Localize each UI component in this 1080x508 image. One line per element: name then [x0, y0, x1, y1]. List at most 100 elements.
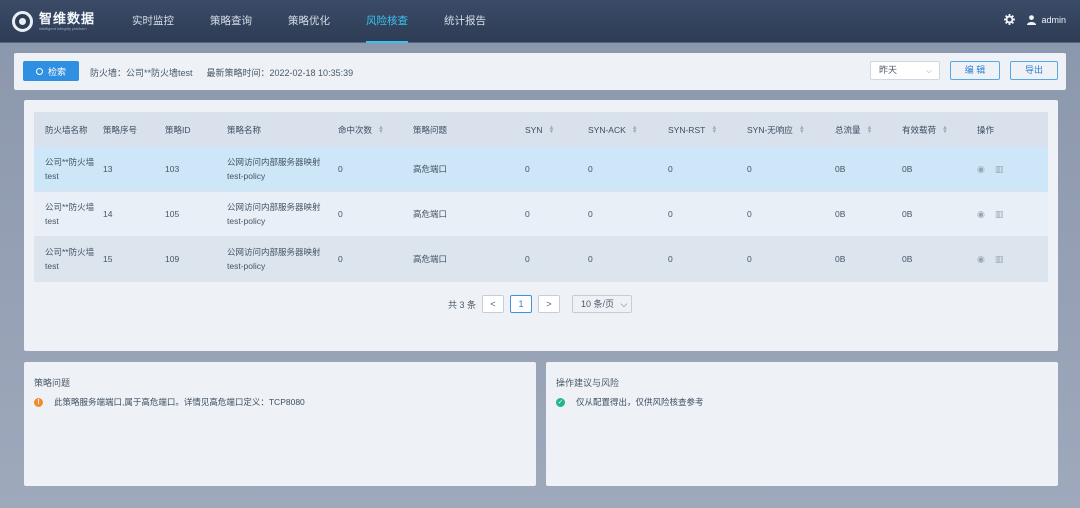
cell-policy-id: 105 [165, 209, 180, 219]
view-eye-icon[interactable]: ◉ [977, 252, 985, 266]
view-eye-icon[interactable]: ◉ [977, 162, 985, 176]
col-total-traffic[interactable]: 总流量 ▲ ▼ [835, 123, 902, 137]
policy-issue-line: ! 此策略服务端端口,属于高危端口。详情见高危端口定义：TCP8080 [34, 396, 305, 408]
main-nav: 实时监控 策略查询 策略优化 风险核查 统计报告 [132, 0, 522, 43]
edit-button[interactable]: 编 辑 [950, 61, 1000, 80]
policy-issue-panel: 策略问题 ! 此策略服务端端口,属于高危端口。详情见高危端口定义：TCP8080 [24, 362, 536, 486]
cell-policy-issue: 高危端口 [413, 209, 448, 219]
logo-icon [12, 10, 33, 32]
gear-icon[interactable] [1004, 14, 1016, 25]
search-icon [35, 67, 43, 75]
nav-item-policy-query[interactable]: 策略查询 [210, 0, 252, 43]
nav-item-statistics-report[interactable]: 统计报告 [444, 0, 486, 43]
cell-syn-no-response: 0 [747, 164, 752, 174]
cell-syn-rst: 0 [668, 164, 673, 174]
col-firewall-name: 防火墙名称 [45, 124, 88, 135]
bar-chart-icon[interactable]: ▥ [995, 252, 1004, 266]
cell-policy-id: 109 [165, 254, 180, 264]
row-actions: ◉ ▥ [977, 252, 1029, 266]
cell-syn-no-response: 0 [747, 209, 752, 219]
total-count: 共 3 条 [448, 299, 477, 310]
nav-item-policy-optimize[interactable]: 策略优化 [288, 0, 330, 43]
cell-syn: 0 [525, 254, 530, 264]
cell-syn-ack: 0 [588, 209, 593, 219]
col-hit-count[interactable]: 命中次数 ▲ ▼ [338, 123, 413, 137]
view-eye-icon[interactable]: ◉ [977, 207, 985, 221]
page-size-select[interactable]: 10 条/页 ⌵ [572, 295, 633, 313]
cell-hit-count: 0 [338, 209, 343, 219]
sort-icon: ▲ ▼ [942, 125, 948, 136]
nav-item-realtime-monitor[interactable]: 实时监控 [132, 0, 174, 43]
sort-icon: ▲ ▼ [798, 125, 805, 136]
row-actions: ◉ ▥ [977, 207, 1029, 221]
advice-panel: 操作建议与风险 ✓ 仅从配置得出，仅供风险核查参考 [546, 362, 1058, 486]
cell-firewall-name: 公司**防火墙test [45, 247, 95, 271]
brand-tagline: intelligent integrity platform [39, 25, 87, 31]
chevron-down-icon: ⌵ [925, 66, 932, 75]
col-policy-seq: 策略序号 [103, 124, 138, 135]
user-area: admin [1004, 14, 1066, 25]
chevron-down-icon: ⌵ [620, 299, 628, 309]
bar-chart-icon[interactable]: ▥ [995, 162, 1004, 176]
warning-icon: ! [34, 397, 43, 407]
cell-total-traffic: 0B [835, 209, 846, 219]
cell-total-traffic: 0B [835, 254, 846, 264]
advice-text: 仅从配置得出，仅供风险核查参考 [576, 397, 704, 407]
user-icon [1027, 14, 1037, 25]
cell-syn-no-response: 0 [747, 254, 752, 264]
cell-hit-count: 0 [338, 164, 343, 174]
col-policy-name: 策略名称 [227, 124, 262, 135]
nav-item-risk-check[interactable]: 风险核查 [366, 0, 408, 43]
col-policy-id: 策略ID [165, 124, 191, 135]
cell-hit-count: 0 [338, 254, 343, 264]
pagination: 共 3 条 < 1 > 10 条/页 ⌵ [448, 295, 633, 313]
filter-toolbar: 检索 防火墙：公司**防火墙test 最新策略时间：2022-02-18 10:3… [14, 53, 1066, 90]
sort-icon: ▲ ▼ [548, 125, 555, 136]
cell-policy-seq: 14 [103, 209, 113, 219]
cell-syn: 0 [525, 209, 530, 219]
advice-title: 操作建议与风险 [556, 378, 620, 388]
table-row[interactable]: 公司**防火墙test 15 109 公网访问内部服务器映射test-polic… [34, 237, 1048, 282]
row-actions: ◉ ▥ [977, 162, 1029, 176]
date-range-select[interactable]: 昨天 ⌵ [870, 61, 940, 80]
cell-payload: 0B [902, 209, 913, 219]
col-syn-rst[interactable]: SYN-RST ▲ ▼ [668, 123, 747, 137]
top-navigation-bar: 智维数据 intelligent integrity platform 实时监控… [0, 0, 1080, 43]
policy-issue-title: 策略问题 [34, 378, 71, 388]
col-payload[interactable]: 有效载荷 ▲ ▼ [902, 123, 977, 137]
advice-line: ✓ 仅从配置得出，仅供风险核查参考 [556, 396, 704, 408]
cell-policy-seq: 15 [103, 254, 113, 264]
policy-issue-text: 此策略服务端端口,属于高危端口。详情见高危端口定义：TCP8080 [54, 397, 305, 407]
check-circle-icon: ✓ [556, 397, 565, 407]
logo-text: 智维数据 intelligent integrity platform [39, 12, 95, 31]
export-button[interactable]: 导出 [1010, 61, 1058, 80]
prev-page-button[interactable]: < [482, 295, 505, 313]
cell-policy-issue: 高危端口 [413, 164, 448, 174]
next-page-button[interactable]: > [538, 295, 561, 313]
bar-chart-icon[interactable]: ▥ [995, 207, 1004, 221]
cell-syn: 0 [525, 164, 530, 174]
policy-table: 防火墙名称 策略序号 策略ID 策略名称 命中次数 ▲ ▼ 策略问题 SYN ▲ ▼ S… [34, 112, 1048, 282]
cell-policy-seq: 13 [103, 164, 113, 174]
col-syn-no-response[interactable]: SYN-无响应 ▲ ▼ [747, 123, 835, 137]
firewall-info: 防火墙：公司**防火墙test 最新策略时间：2022-02-18 10:35:3… [90, 66, 353, 79]
cell-policy-name: 公网访问内部服务器映射test-policy [227, 157, 321, 181]
table-row[interactable]: 公司**防火墙test 14 105 公网访问内部服务器映射test-polic… [34, 192, 1048, 237]
cell-policy-name: 公网访问内部服务器映射test-policy [227, 247, 321, 271]
col-syn[interactable]: SYN ▲ ▼ [525, 123, 588, 137]
table-row[interactable]: 公司**防火墙test 13 103 公网访问内部服务器映射test-polic… [34, 147, 1048, 192]
cell-payload: 0B [902, 254, 913, 264]
sort-icon: ▲ ▼ [711, 125, 718, 136]
search-button[interactable]: 检索 [23, 61, 79, 81]
page-1-button[interactable]: 1 [510, 295, 533, 313]
username[interactable]: admin [1041, 15, 1066, 25]
latest-policy-time: 最新策略时间：2022-02-18 10:35:39 [206, 68, 354, 78]
cell-policy-issue: 高危端口 [413, 254, 448, 264]
cell-policy-id: 103 [165, 164, 180, 174]
col-actions: 操作 [977, 124, 995, 135]
date-range-value: 昨天 [879, 65, 898, 75]
col-syn-ack[interactable]: SYN-ACK ▲ ▼ [588, 123, 668, 137]
cell-total-traffic: 0B [835, 164, 846, 174]
brand-logo[interactable]: 智维数据 intelligent integrity platform [12, 9, 95, 33]
table-header: 防火墙名称 策略序号 策略ID 策略名称 命中次数 ▲ ▼ 策略问题 SYN ▲ ▼ S… [34, 112, 1048, 147]
